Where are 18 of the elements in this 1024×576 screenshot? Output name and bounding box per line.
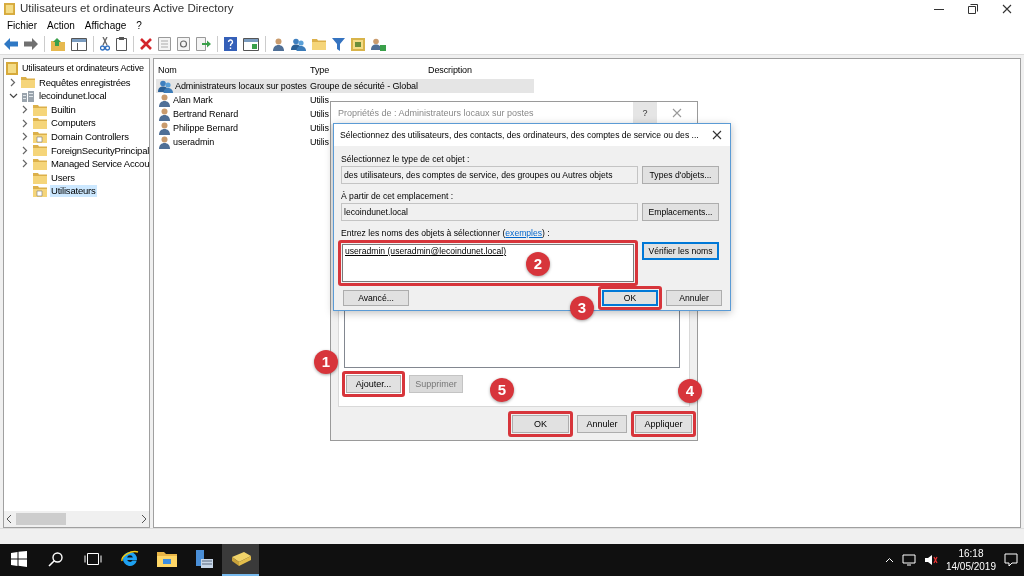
table-cell: Groupe de sécurité - Global — [310, 80, 418, 91]
dialog-title: Sélectionnez des utilisateurs, des contacts, des ordinateurs, des comptes de service ou des ... — [340, 129, 699, 141]
table-cell: Administrateurs locaux sur postes — [175, 80, 307, 92]
table-cell: Utilis — [310, 136, 329, 147]
clock-time: 16:18 — [958, 547, 984, 560]
field-label: À partir de cet emplacement : — [340, 190, 455, 202]
dialog-title: Propriétés de : Administrateurs locaux sur postes — [338, 107, 534, 119]
table-cell: Utilis — [310, 122, 329, 133]
clock-date: 14/05/2019 — [945, 560, 996, 573]
table-cell: Alan Mark — [173, 94, 213, 106]
window-title: Utilisateurs et ordinateurs Active Directory — [20, 1, 234, 16]
field-label: Entrez les noms des objets à sélectionner (exemples) : — [340, 227, 551, 239]
table-cell: Bertrand Renard — [173, 108, 239, 120]
table-cell: useradmin — [173, 136, 215, 148]
field-label: Sélectionnez le type de cet objet : — [340, 153, 471, 165]
table-cell: Utilis — [310, 108, 329, 119]
table-cell: Utilis — [310, 94, 329, 105]
table-cell: Philippe Bernard — [173, 122, 238, 134]
